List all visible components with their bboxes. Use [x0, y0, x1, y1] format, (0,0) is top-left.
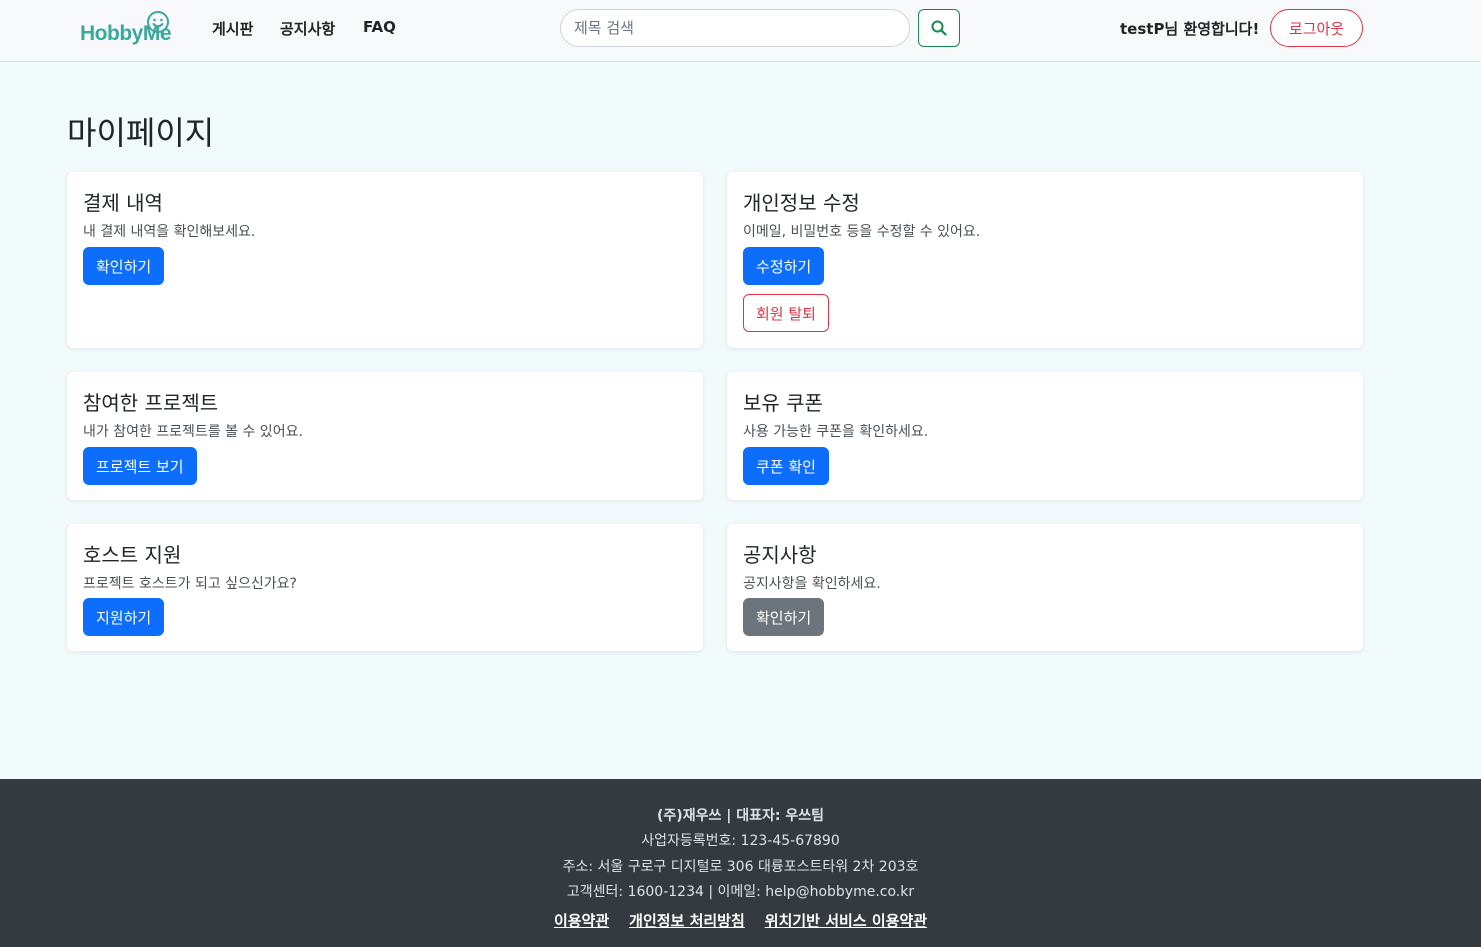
page-title: 마이페이지 — [67, 114, 215, 152]
card-title: 결제 내역 — [83, 191, 163, 215]
location-terms-link[interactable]: 위치기반 서비스 이용약관 — [765, 910, 927, 931]
card-text: 프로젝트 호스트가 되고 싶으신가요? — [83, 576, 297, 592]
apply-host-button[interactable]: 지원하기 — [83, 598, 165, 636]
card-text: 사용 가능한 쿠폰을 확인하세요. — [743, 424, 929, 440]
footer-links: 이용약관 개인정보 처리방침 위치기반 서비스 이용약관 — [0, 910, 1481, 931]
welcome-message: testP님 환영합니다! — [1120, 20, 1260, 38]
withdraw-account-button[interactable]: 회원 탈퇴 — [743, 294, 829, 332]
card-title: 참여한 프로젝트 — [83, 391, 219, 415]
edit-profile-button[interactable]: 수정하기 — [743, 247, 825, 285]
logo[interactable]: HobbyMe — [80, 10, 180, 50]
footer: (주)재우쓰 | 대표자: 우쓰팀 사업자등록번호: 123-45-67890 … — [0, 779, 1481, 947]
nav-link-board[interactable]: 게시판 — [212, 18, 253, 39]
search-button[interactable] — [918, 9, 960, 47]
footer-address: 주소: 서울 구로구 디지털로 306 대륭포스트타워 2차 203호 — [562, 859, 919, 875]
card-text: 내 결제 내역을 확인해보세요. — [83, 224, 256, 240]
search-icon — [931, 20, 947, 36]
card-text: 이메일, 비밀번호 등을 수정할 수 있어요. — [743, 224, 981, 240]
card-text: 내가 참여한 프로젝트를 볼 수 있어요. — [83, 424, 303, 440]
privacy-policy-link[interactable]: 개인정보 처리방침 — [629, 910, 745, 931]
view-notices-button[interactable]: 확인하기 — [743, 598, 825, 636]
card-edit-profile: 개인정보 수정 이메일, 비밀번호 등을 수정할 수 있어요. 수정하기 회원 … — [727, 172, 1363, 348]
navbar: HobbyMe 게시판 공지사항 FAQ testP님 환영합니다! 로그아웃 — [0, 0, 1481, 62]
card-title: 개인정보 수정 — [743, 191, 860, 215]
card-title: 공지사항 — [743, 543, 817, 567]
view-payments-button[interactable]: 확인하기 — [83, 247, 165, 285]
card-notices: 공지사항 공지사항을 확인하세요. 확인하기 — [727, 524, 1363, 651]
view-coupons-button[interactable]: 쿠폰 확인 — [743, 447, 829, 485]
footer-company: (주)재우쓰 | 대표자: 우쓰팀 — [657, 808, 824, 824]
smiley-face-icon — [147, 11, 169, 33]
nav-link-notice[interactable]: 공지사항 — [280, 18, 335, 39]
card-payment-history: 결제 내역 내 결제 내역을 확인해보세요. 확인하기 — [67, 172, 703, 348]
card-coupons: 보유 쿠폰 사용 가능한 쿠폰을 확인하세요. 쿠폰 확인 — [727, 372, 1363, 500]
card-host-application: 호스트 지원 프로젝트 호스트가 되고 싶으신가요? 지원하기 — [67, 524, 703, 651]
footer-business-number: 사업자등록번호: 123-45-67890 — [641, 833, 840, 849]
card-title: 보유 쿠폰 — [743, 391, 823, 415]
footer-contact: 고객센터: 1600-1234 | 이메일: help@hobbyme.co.k… — [566, 884, 915, 900]
card-title: 호스트 지원 — [83, 543, 182, 567]
logout-button[interactable]: 로그아웃 — [1270, 9, 1363, 47]
card-joined-projects: 참여한 프로젝트 내가 참여한 프로젝트를 볼 수 있어요. 프로젝트 보기 — [67, 372, 703, 500]
card-text: 공지사항을 확인하세요. — [743, 576, 881, 592]
view-projects-button[interactable]: 프로젝트 보기 — [83, 447, 197, 485]
search-input[interactable] — [560, 9, 910, 47]
terms-link[interactable]: 이용약관 — [554, 910, 609, 931]
nav-link-faq[interactable]: FAQ — [363, 18, 396, 36]
